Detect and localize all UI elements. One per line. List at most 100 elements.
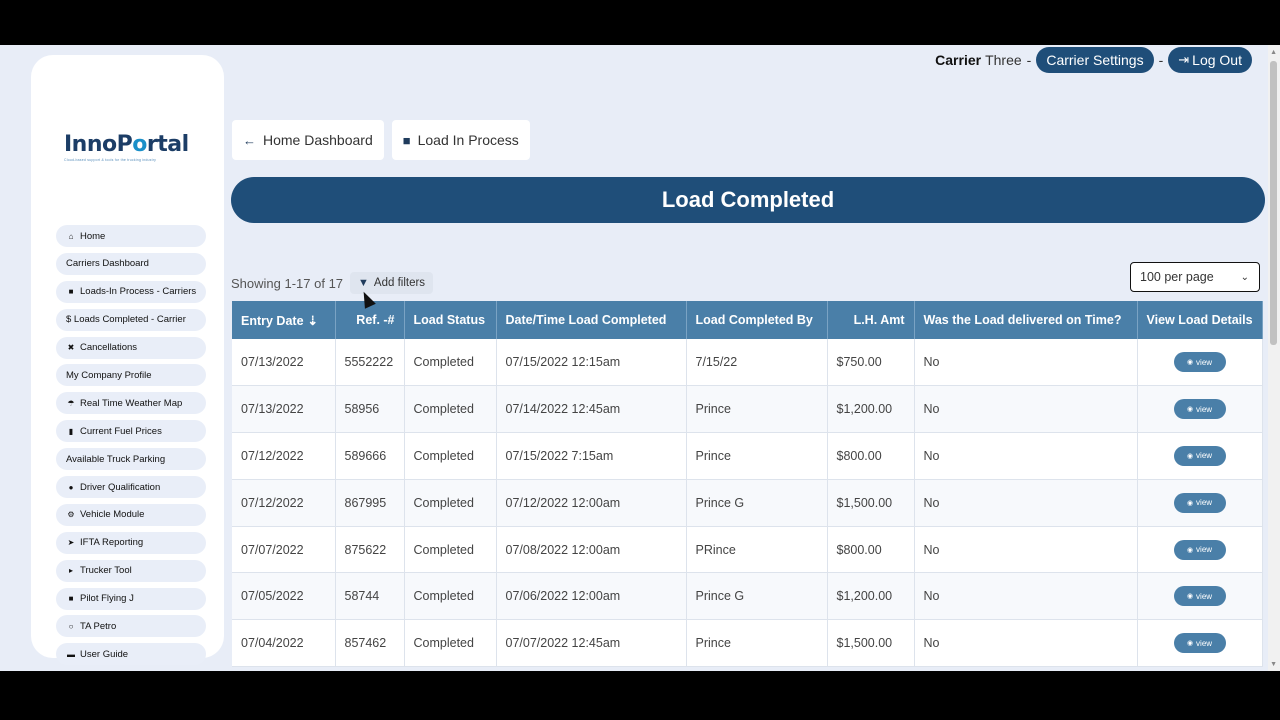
sidebar-item-real-time-weather-map[interactable]: ☂ Real Time Weather Map bbox=[56, 392, 206, 415]
table-cell: Prince G bbox=[686, 479, 828, 527]
carrier-settings-button[interactable]: Carrier Settings bbox=[1036, 47, 1154, 73]
table-row: 07/07/2022 875622 Completed 07/08/2022 12:0… bbox=[232, 526, 1263, 574]
logout-icon: ⇥ bbox=[1178, 52, 1190, 67]
showing-count: Showing 1-17 of 17 bbox=[231, 275, 344, 291]
sidebar-item-current-fuel-prices[interactable]: ▮ Current Fuel Prices bbox=[56, 420, 206, 443]
scroll-up-icon[interactable]: ▲ bbox=[1270, 49, 1277, 56]
table-row: 07/13/2022 5552222 Completed 07/15/2022 12:… bbox=[232, 339, 1263, 387]
action-cell: ◉ view bbox=[1137, 339, 1263, 387]
add-filters-button[interactable]: ▼ Add filters bbox=[350, 272, 434, 294]
scroll-down-icon[interactable]: ▼ bbox=[1270, 661, 1277, 668]
sidebar-item-cancellations[interactable]: ✖ Cancellations bbox=[56, 336, 206, 359]
table-cell: 5552222 bbox=[335, 339, 405, 387]
sidebar-item-carriers-dashboard[interactable]: Carriers Dashboard bbox=[56, 252, 206, 275]
column-header[interactable]: Ref. -# bbox=[335, 301, 405, 339]
view-label: view bbox=[1196, 638, 1213, 648]
per-page-value: 100 per page bbox=[1140, 270, 1214, 284]
sort-icon[interactable]: ⇣ bbox=[308, 314, 318, 328]
view-load-button[interactable]: ◉ view bbox=[1173, 633, 1226, 654]
table-cell: 58744 bbox=[335, 572, 405, 621]
chevron-down-icon: ⌄ bbox=[1240, 271, 1249, 283]
user-first-name: Carrier bbox=[935, 52, 982, 68]
add-filters-label: Add filters bbox=[373, 277, 426, 289]
view-load-button[interactable]: ◉ view bbox=[1173, 539, 1226, 560]
table-cell: 07/15/2022 7:15am bbox=[496, 432, 687, 480]
column-header[interactable]: Date/Time Load Completed bbox=[496, 301, 687, 339]
sidebar-item-label: Driver Qualification bbox=[80, 481, 161, 493]
table-cell: Prince G bbox=[686, 572, 828, 621]
column-header[interactable]: Load Completed By bbox=[686, 301, 828, 339]
column-header[interactable]: L.H. Amt bbox=[827, 301, 915, 339]
arrow-left-icon: ← bbox=[243, 132, 256, 148]
table-cell: 07/08/2022 12:00am bbox=[496, 526, 687, 574]
sidebar-item-label: Loads-In Process - Carriers bbox=[80, 286, 197, 298]
sidebar-item-label: User Guide bbox=[80, 648, 129, 660]
table-cell: 07/15/2022 12:15am bbox=[496, 339, 687, 387]
breadcrumb: ← Home Dashboard ■ Load In Process bbox=[232, 120, 530, 160]
table-cell: $750.00 bbox=[827, 339, 915, 387]
send-icon: ➤ bbox=[67, 538, 75, 548]
action-cell: ◉ view bbox=[1137, 432, 1263, 480]
view-load-button[interactable]: ◉ view bbox=[1173, 352, 1226, 373]
table-cell: No bbox=[914, 479, 1138, 527]
table-cell: PRince bbox=[686, 526, 828, 574]
column-header[interactable]: Entry Date ⇣ bbox=[232, 301, 336, 339]
table-cell: Completed bbox=[404, 385, 497, 434]
browser-viewport: InnoPortal Cloud-based support & tools f… bbox=[0, 45, 1280, 671]
scrollbar-thumb[interactable] bbox=[1270, 61, 1277, 345]
book-icon: ▬ bbox=[67, 649, 75, 659]
sidebar-nav: ⌂ Home Carriers Dashboard ■ Loads-In Process… bbox=[56, 225, 206, 671]
sidebar-item-vehicle-module[interactable]: ⚙ Vehicle Module bbox=[56, 503, 206, 526]
close-icon: ✖ bbox=[67, 343, 75, 353]
column-header-label: Entry Date bbox=[241, 313, 304, 328]
view-load-button[interactable]: ◉ view bbox=[1173, 492, 1226, 513]
column-header-label: Ref. -# bbox=[356, 313, 395, 327]
sidebar-item-pilot-flying-j[interactable]: ■ Pilot Flying J bbox=[56, 587, 206, 610]
sidebar-item-ta-petro[interactable]: ○ TA Petro bbox=[56, 615, 206, 638]
view-load-button[interactable]: ◉ view bbox=[1173, 445, 1226, 466]
view-load-button[interactable]: ◉ view bbox=[1173, 586, 1226, 607]
table-row: 07/12/2022 589666 Completed 07/15/2022 7:15… bbox=[232, 432, 1263, 480]
eye-icon: ◉ bbox=[1186, 546, 1194, 554]
innoportal-logo[interactable]: InnoPortal Cloud-based support & tools f… bbox=[64, 132, 194, 162]
eye-icon: ◉ bbox=[1186, 452, 1194, 460]
sidebar-item-available-truck-parking[interactable]: Available Truck Parking bbox=[56, 448, 206, 471]
column-header-label: Load Completed By bbox=[695, 313, 813, 327]
table-cell: Prince bbox=[686, 432, 828, 480]
table-cell: 07/12/2022 bbox=[232, 432, 336, 480]
sidebar-item-label: Pilot Flying J bbox=[80, 593, 134, 605]
column-header[interactable]: Was the Load delivered on Time? bbox=[914, 301, 1138, 339]
table-cell: 07/07/2022 12:45am bbox=[496, 619, 687, 668]
sidebar-item-loads-in-process-carriers[interactable]: ■ Loads-In Process - Carriers bbox=[56, 280, 206, 303]
sidebar-item-trucker-tool[interactable]: ▸ Trucker Tool bbox=[56, 559, 206, 582]
sidebar-item-my-company-profile[interactable]: My Company Profile bbox=[56, 364, 206, 387]
logout-button[interactable]: ⇥ Log Out bbox=[1168, 47, 1252, 73]
loads-table: Entry Date ⇣ Ref. -# Load Status Date/Time L… bbox=[232, 301, 1263, 668]
table-cell: 07/06/2022 12:00am bbox=[496, 572, 687, 621]
table-header-row: Entry Date ⇣ Ref. -# Load Status Date/Time L… bbox=[232, 301, 1263, 339]
sidebar-item-ifta-reporting[interactable]: ➤ IFTA Reporting bbox=[56, 531, 206, 554]
page-scrollbar[interactable]: ▲ ▼ bbox=[1268, 45, 1280, 671]
table-cell: No bbox=[914, 432, 1138, 480]
view-label: view bbox=[1196, 545, 1213, 555]
sidebar-item-label: $ Loads Completed - Carrier bbox=[66, 314, 186, 326]
column-header[interactable]: View Load Details bbox=[1137, 301, 1263, 339]
view-label: view bbox=[1196, 404, 1213, 414]
sidebar-item-home[interactable]: ⌂ Home bbox=[56, 225, 206, 247]
gears-icon: ⚙ bbox=[67, 510, 75, 520]
home-dashboard-button[interactable]: ← Home Dashboard bbox=[232, 120, 384, 160]
view-load-button[interactable]: ◉ view bbox=[1173, 399, 1226, 420]
sidebar-item-user-guide[interactable]: ▬ User Guide bbox=[56, 643, 206, 666]
per-page-select[interactable]: 100 per page ⌄ bbox=[1130, 262, 1260, 292]
sidebar-item-driver-qualification[interactable]: ● Driver Qualification bbox=[56, 476, 206, 499]
table-cell: 07/05/2022 bbox=[232, 572, 336, 621]
logout-label: Log Out bbox=[1192, 52, 1242, 68]
eye-icon: ◉ bbox=[1186, 359, 1194, 367]
load-in-process-button[interactable]: ■ Load In Process bbox=[391, 120, 530, 160]
table-cell: No bbox=[914, 572, 1138, 621]
sidebar-item-label: Cancellations bbox=[80, 342, 138, 354]
caret-right-icon: ▸ bbox=[68, 566, 73, 576]
sidebar-item-loads-completed-carrier[interactable]: $ Loads Completed - Carrier bbox=[56, 308, 206, 331]
filter-icon: ▼ bbox=[358, 277, 369, 289]
column-header[interactable]: Load Status bbox=[404, 301, 497, 339]
